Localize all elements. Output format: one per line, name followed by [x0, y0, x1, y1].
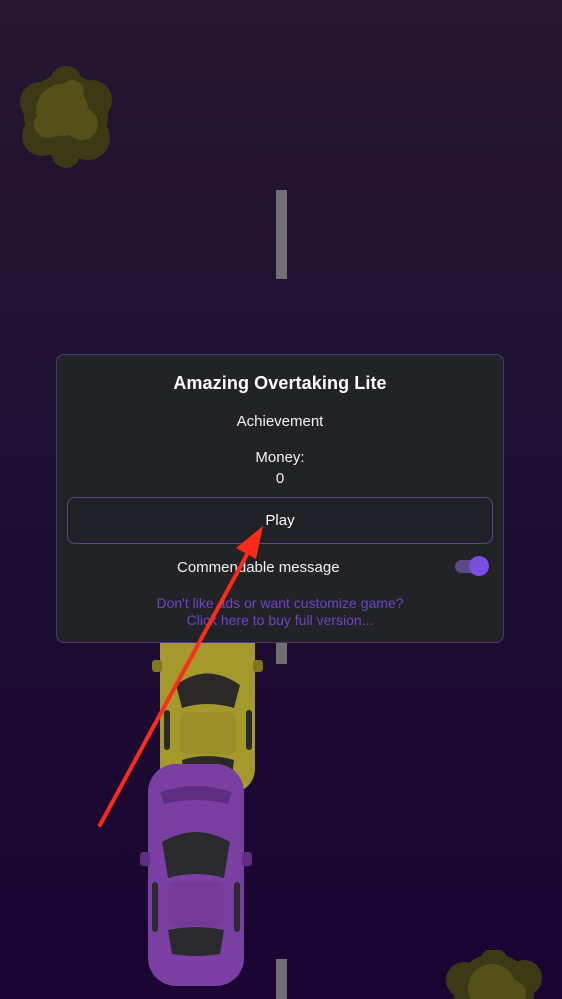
lane-marking: [276, 959, 287, 999]
upsell-line-1: Don't like ads or want customize game?: [156, 595, 404, 611]
achievement-button[interactable]: Achievement: [57, 413, 503, 430]
bush: [446, 950, 542, 999]
money-value: 0: [275, 470, 285, 487]
commendable-message-toggle[interactable]: [455, 556, 489, 576]
game-title: Amazing Overtaking Lite: [173, 373, 387, 393]
toggle-knob: [469, 556, 489, 576]
lane-marking: [276, 190, 287, 279]
bush: [20, 66, 112, 168]
buy-full-version-link[interactable]: Don't like ads or want customize game? C…: [57, 595, 503, 629]
money-label: Money:: [255, 449, 305, 466]
lane-marking: [276, 642, 287, 664]
player-car: [140, 764, 252, 986]
commendable-message-label: Commendable message: [177, 559, 340, 576]
start-dialog: Amazing Overtaking Lite Achievement Mone…: [56, 354, 504, 643]
upsell-line-2: Click here to buy full version...: [186, 612, 374, 628]
play-button[interactable]: Play: [67, 497, 493, 544]
